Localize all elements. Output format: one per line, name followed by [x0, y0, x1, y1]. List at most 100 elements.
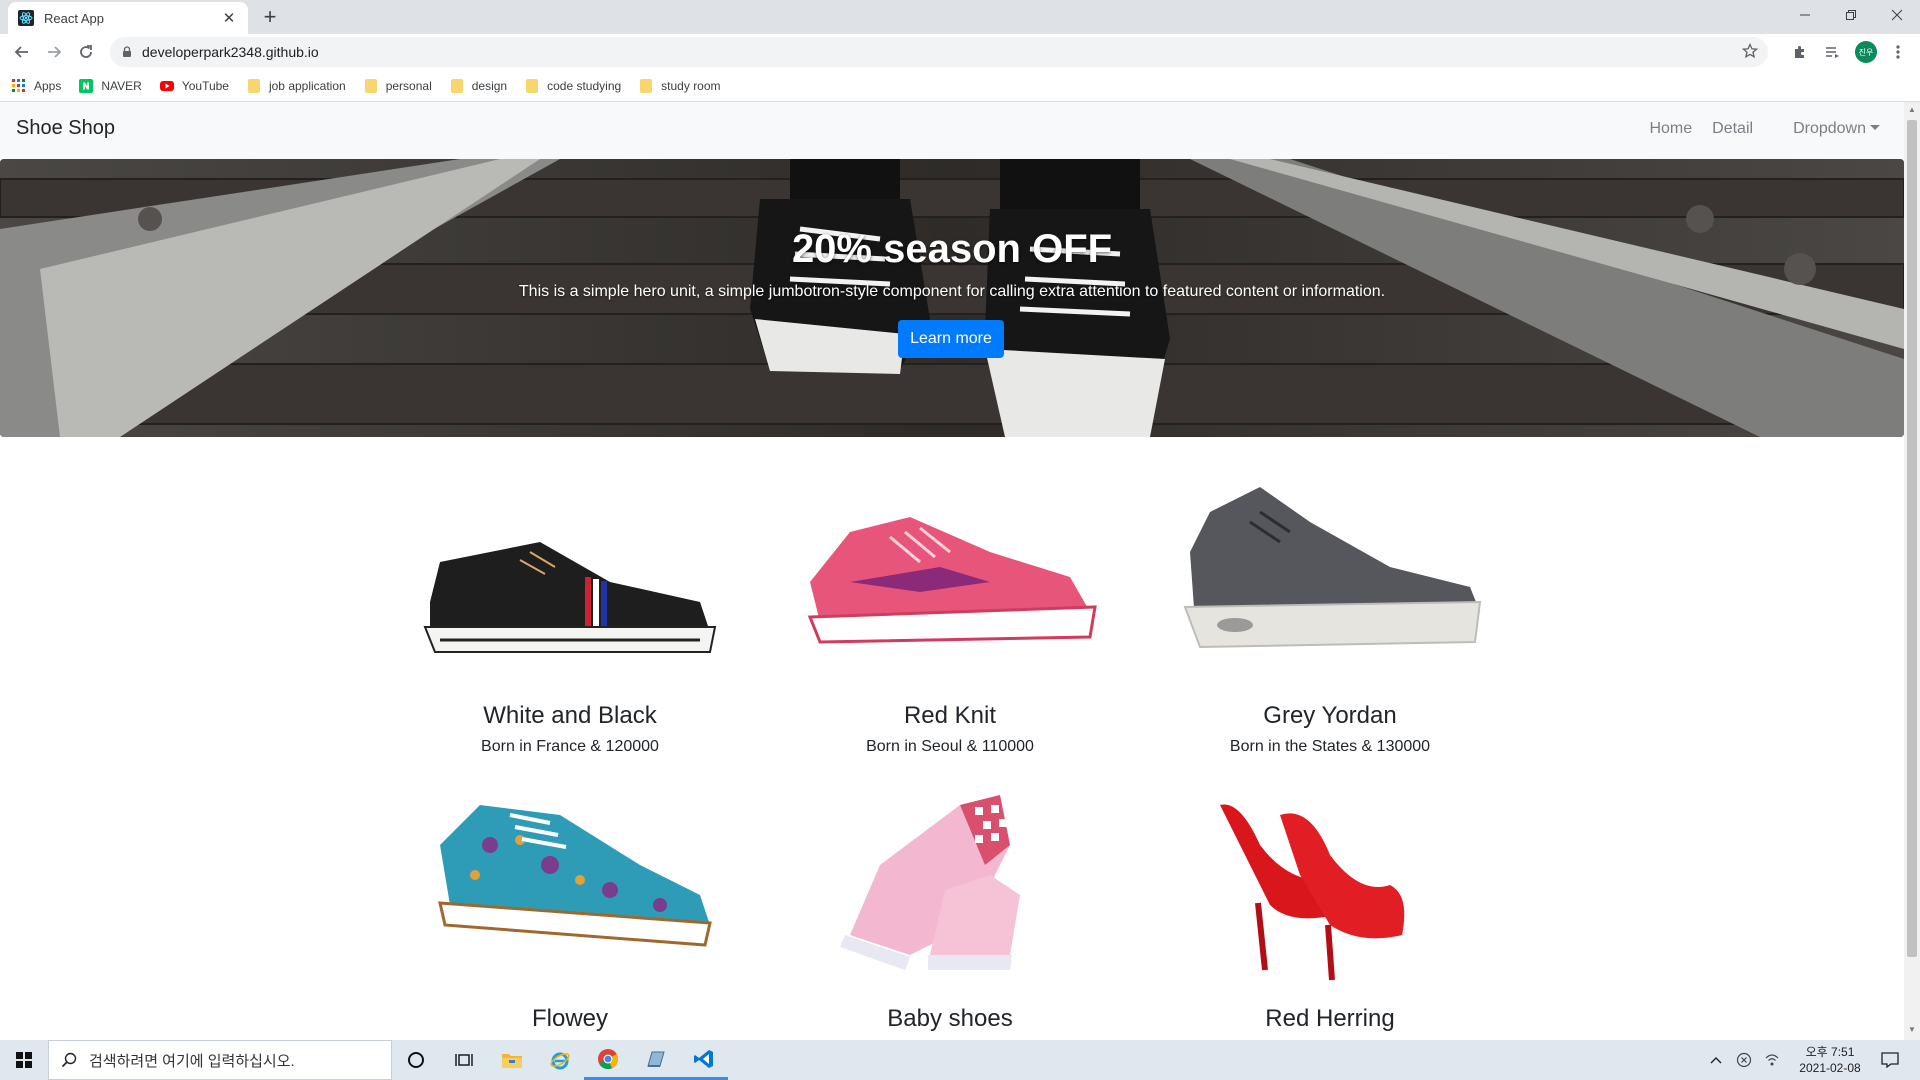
address-bar[interactable]: developerpark2348.github.io: [110, 37, 1768, 67]
bookmark-label: code studying: [547, 78, 622, 93]
hero-jumbotron: 20% season OFF This is a simple hero uni…: [0, 159, 1904, 437]
close-icon: [1891, 9, 1903, 21]
reading-list-button[interactable]: [1818, 38, 1846, 66]
reading-list-icon: [1826, 47, 1839, 58]
browser-tabstrip: React App ✕ +: [0, 0, 1920, 34]
product-name: Baby shoes: [887, 1005, 1013, 1032]
reload-icon: [80, 45, 92, 58]
bookmark-label: study room: [661, 78, 721, 93]
bookmarks-bar: Apps NAVER YouTube job application perso…: [0, 70, 1920, 102]
product-description: Born in the States & 130000: [1229, 738, 1431, 755]
forward-button[interactable]: [40, 38, 68, 66]
product-image: [1220, 804, 1405, 981]
notifications-button[interactable]: [1870, 1040, 1910, 1080]
chrome-icon: [598, 1048, 619, 1069]
bookmark-folder-study-room[interactable]: study room: [639, 78, 721, 93]
reload-button[interactable]: [72, 38, 100, 66]
start-button[interactable]: [0, 1040, 48, 1080]
clock-date: 2021-02-08: [1799, 1061, 1861, 1075]
cortana-button[interactable]: [392, 1040, 440, 1080]
file-explorer-button[interactable]: [488, 1040, 536, 1080]
screen: React App ✕ + developerpark2348.github.i…: [0, 0, 1920, 1080]
product-name: Red Herring: [1265, 1005, 1395, 1032]
product-name: Grey Yordan: [1263, 702, 1397, 729]
product-image: [1183, 487, 1482, 649]
bookmark-folder-design[interactable]: design: [450, 78, 508, 93]
lock-icon: [123, 46, 131, 57]
product-name: Red Knit: [903, 702, 997, 729]
profile-button[interactable]: 진우: [1852, 38, 1880, 66]
browser-toolbar: developerpark2348.github.io 진우: [0, 34, 1920, 70]
bookmark-label: personal: [385, 78, 432, 93]
browser-tab[interactable]: React App ✕: [8, 2, 248, 34]
minimize-button[interactable]: [1782, 0, 1828, 30]
tab-close-icon[interactable]: ✕: [220, 9, 238, 27]
folder-icon: [450, 78, 464, 93]
minimize-icon: [1800, 14, 1810, 16]
naver-icon: [79, 78, 94, 93]
bookmark-label: design: [471, 78, 508, 93]
bookmark-apps[interactable]: Apps: [12, 78, 61, 93]
tray-app-button[interactable]: [1730, 1040, 1758, 1080]
bookmark-folder-personal[interactable]: personal: [364, 78, 432, 93]
task-view-button[interactable]: [440, 1040, 488, 1080]
nav-dropdown-toggle[interactable]: Dropdown: [1773, 120, 1880, 138]
internet-explorer-button[interactable]: [536, 1040, 584, 1080]
circle-x-icon: [1736, 1052, 1752, 1068]
arrow-right-icon: [48, 46, 62, 58]
url-text: developerpark2348.github.io: [142, 44, 319, 60]
product-image: [438, 805, 712, 947]
nav-link-home[interactable]: Home: [1649, 120, 1692, 138]
scroll-down-icon[interactable]: ▼: [1908, 1026, 1916, 1034]
new-tab-button[interactable]: +: [256, 4, 284, 32]
navbar-brand[interactable]: Shoe Shop: [16, 117, 115, 140]
vscode-icon: [694, 1049, 713, 1068]
bookmark-label: YouTube: [181, 78, 229, 93]
app-taskbar-button[interactable]: [632, 1040, 680, 1080]
apps-grid-icon: [12, 78, 26, 93]
taskbar-clock[interactable]: 오후 7:51 2021-02-08: [1790, 1044, 1870, 1076]
avatar: 진우: [1855, 41, 1877, 63]
bookmark-folder-job-application[interactable]: job application: [247, 78, 346, 93]
page-scrollbar[interactable]: ▲ ▼: [1904, 102, 1920, 1040]
network-button[interactable]: [1758, 1040, 1786, 1080]
scroll-up-icon[interactable]: ▲: [1908, 106, 1916, 114]
chevron-up-icon: [1710, 1057, 1722, 1064]
bookmark-naver[interactable]: NAVER: [79, 78, 142, 93]
chrome-taskbar-button[interactable]: [584, 1040, 632, 1080]
vscode-taskbar-button[interactable]: [680, 1040, 728, 1080]
chrome-menu-button[interactable]: [1884, 38, 1912, 66]
react-favicon-icon: [18, 10, 34, 26]
search-icon: [61, 1052, 77, 1068]
file-explorer-icon: [502, 1054, 522, 1068]
show-hidden-icons-button[interactable]: [1702, 1040, 1730, 1080]
nav-link-detail[interactable]: Detail: [1712, 120, 1753, 138]
task-view-icon: [455, 1054, 473, 1066]
nav-links: Home Detail Dropdown: [1629, 120, 1880, 138]
bookmark-star-icon[interactable]: [1741, 42, 1759, 64]
product-name: White and Black: [483, 702, 657, 729]
page-viewport: Shoe Shop Home Detail Dropdown 20% seaso…: [0, 102, 1904, 1040]
cortana-circle-icon: [408, 1052, 424, 1068]
extensions-button[interactable]: [1786, 38, 1814, 66]
back-button[interactable]: [8, 38, 36, 66]
app-window-icon: [647, 1051, 665, 1067]
taskbar-search-box[interactable]: 검색하려면 여기에 입력하십시오.: [48, 1040, 392, 1080]
restore-button[interactable]: [1828, 0, 1874, 30]
scroll-thumb[interactable]: [1907, 120, 1917, 957]
bookmark-youtube[interactable]: YouTube: [159, 78, 229, 93]
product-image: [840, 795, 1020, 970]
product-description: Born in France & 120000: [481, 738, 659, 755]
tab-title: React App: [44, 10, 104, 26]
youtube-icon: [159, 79, 174, 93]
restore-icon: [1846, 10, 1856, 20]
search-placeholder: 검색하려면 여기에 입력하십시오.: [89, 1052, 295, 1070]
clock-time: 오후 7:51: [1805, 1045, 1855, 1059]
close-window-button[interactable]: [1874, 0, 1920, 30]
caret-down-icon: [1870, 125, 1880, 130]
bookmark-label: NAVER: [101, 78, 142, 93]
bookmark-folder-code-studying[interactable]: code studying: [525, 78, 622, 93]
more-vertical-icon: [1896, 45, 1900, 59]
windows-taskbar: 검색하려면 여기에 입력하십시오. 오후 7:51 2021-02-08: [0, 1040, 1920, 1080]
learn-more-button[interactable]: Learn more: [898, 320, 1004, 358]
